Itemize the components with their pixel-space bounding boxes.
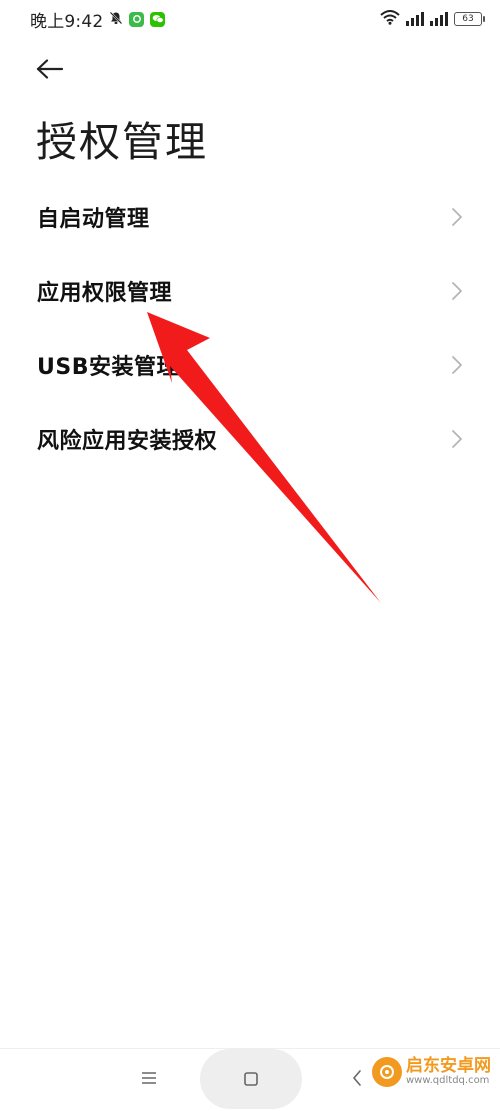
chevron-right-icon: [452, 356, 462, 374]
status-right: 63: [380, 9, 485, 29]
page-title: 授权管理: [36, 118, 208, 166]
nav-home-button[interactable]: [200, 1049, 302, 1109]
signal-icon-1: [406, 12, 424, 26]
menu-list: 自启动管理 应用权限管理 USB安装管理 风险应用安装授权: [0, 180, 500, 476]
menu-lines-icon: [142, 1072, 156, 1084]
signal-icon-2: [430, 12, 448, 26]
chevron-right-icon: [452, 208, 462, 226]
chevron-right-icon: [452, 430, 462, 448]
wifi-icon: [380, 9, 400, 29]
watermark: 启东安卓网 www.qdltdq.com: [372, 1057, 491, 1087]
watermark-url: www.qdltdq.com: [406, 1074, 490, 1086]
navigation-bar: 启东安卓网 www.qdltdq.com: [0, 1048, 500, 1111]
status-time: 晚上9:42: [30, 11, 104, 32]
watermark-text: 启东安卓网 www.qdltdq.com: [406, 1055, 491, 1086]
menu-item-risky-app-install[interactable]: 风险应用安装授权: [0, 402, 500, 476]
square-icon: [244, 1072, 258, 1086]
menu-item-usb-install[interactable]: USB安装管理: [0, 328, 500, 402]
wechat-icon: [150, 11, 166, 27]
menu-item-label: 应用权限管理: [37, 281, 173, 306]
watermark-title: 启东安卓网: [406, 1055, 491, 1076]
chevron-right-icon: [452, 282, 462, 300]
watermark-logo-icon: [372, 1057, 402, 1087]
status-bar: 晚上9:42 63: [0, 0, 500, 38]
menu-item-label: USB安装管理: [37, 355, 179, 380]
menu-item-label: 风险应用安装授权: [37, 429, 218, 454]
back-button[interactable]: [30, 52, 70, 86]
chevron-left-icon: [353, 1070, 361, 1086]
menu-item-app-permissions[interactable]: 应用权限管理: [0, 254, 500, 328]
battery-icon: 63: [454, 12, 485, 26]
arrow-left-icon: [36, 59, 64, 79]
screen: 晚上9:42 63 授权管理 自启动管理 应用权限管理 USB安装管理 风险应用…: [0, 0, 500, 1111]
menu-item-label: 自启动管理: [37, 207, 150, 232]
mute-bell-icon: [109, 10, 123, 29]
nav-menu-button[interactable]: [138, 1067, 160, 1089]
app-notification-icon: [129, 11, 145, 27]
menu-item-auto-start[interactable]: 自启动管理: [0, 180, 500, 254]
status-left: 晚上9:42: [30, 7, 166, 32]
nav-back-button[interactable]: [346, 1067, 368, 1089]
